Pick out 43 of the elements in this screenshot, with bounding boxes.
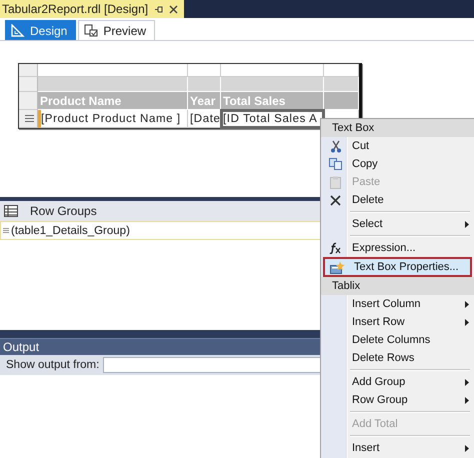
field-label: Show output from: [6, 359, 100, 371]
menu-item[interactable]: Insert [323, 439, 472, 457]
function-icon [329, 242, 342, 254]
table-cell[interactable]: [Product Product Name ] [38, 110, 188, 128]
menu-item[interactable]: Text Box Properties... [323, 257, 472, 277]
pin-icon[interactable] [154, 4, 164, 14]
scissors-icon [330, 140, 342, 152]
view-tab[interactable]: Preview [78, 20, 156, 40]
column-header: Year [188, 92, 221, 110]
submenu-arrow-icon [465, 318, 469, 326]
panel-title: Row Groups [30, 204, 97, 218]
submenu-arrow-icon [465, 444, 469, 452]
column-header: Product Name [38, 92, 188, 110]
properties-icon [330, 260, 345, 274]
preview-document-icon [84, 24, 98, 37]
submenu-arrow-icon [465, 378, 469, 386]
close-icon[interactable] [169, 4, 178, 14]
menu-item[interactable]: Insert Column [323, 295, 472, 313]
delete-x-icon [330, 194, 341, 206]
table-cell[interactable]: [ID Total Sales A [221, 110, 324, 128]
menu-section-header: Tablix [321, 277, 474, 295]
menu-item[interactable]: Add Group [323, 373, 472, 391]
document-title: Tabular2Report.rdl [Design] [2, 2, 148, 16]
menu-item[interactable]: Expression... [323, 239, 472, 257]
menu-item[interactable]: Cut [323, 137, 472, 155]
submenu-arrow-icon [465, 396, 469, 404]
handle-icon [3, 228, 9, 233]
list-icon [4, 205, 18, 217]
submenu-arrow-icon [465, 220, 469, 228]
menu-item[interactable]: Row Group [323, 391, 472, 409]
view-tab[interactable]: Design [5, 20, 76, 40]
column-header: Total Sales [221, 92, 324, 110]
clipboard-icon [330, 176, 341, 188]
menu-item[interactable]: Copy [323, 155, 472, 173]
ruler-triangle-icon [11, 24, 25, 37]
menu-item[interactable]: Insert Row [323, 313, 472, 331]
document-tab[interactable]: Tabular2Report.rdl [Design] [0, 0, 184, 18]
menu-section-header: Text Box [321, 119, 474, 137]
menu-item[interactable]: Delete [323, 191, 472, 209]
table-cell[interactable]: [Date [188, 110, 221, 128]
row-handle-icon[interactable] [24, 115, 34, 122]
copy-icon [329, 158, 342, 170]
submenu-arrow-icon [465, 300, 469, 308]
